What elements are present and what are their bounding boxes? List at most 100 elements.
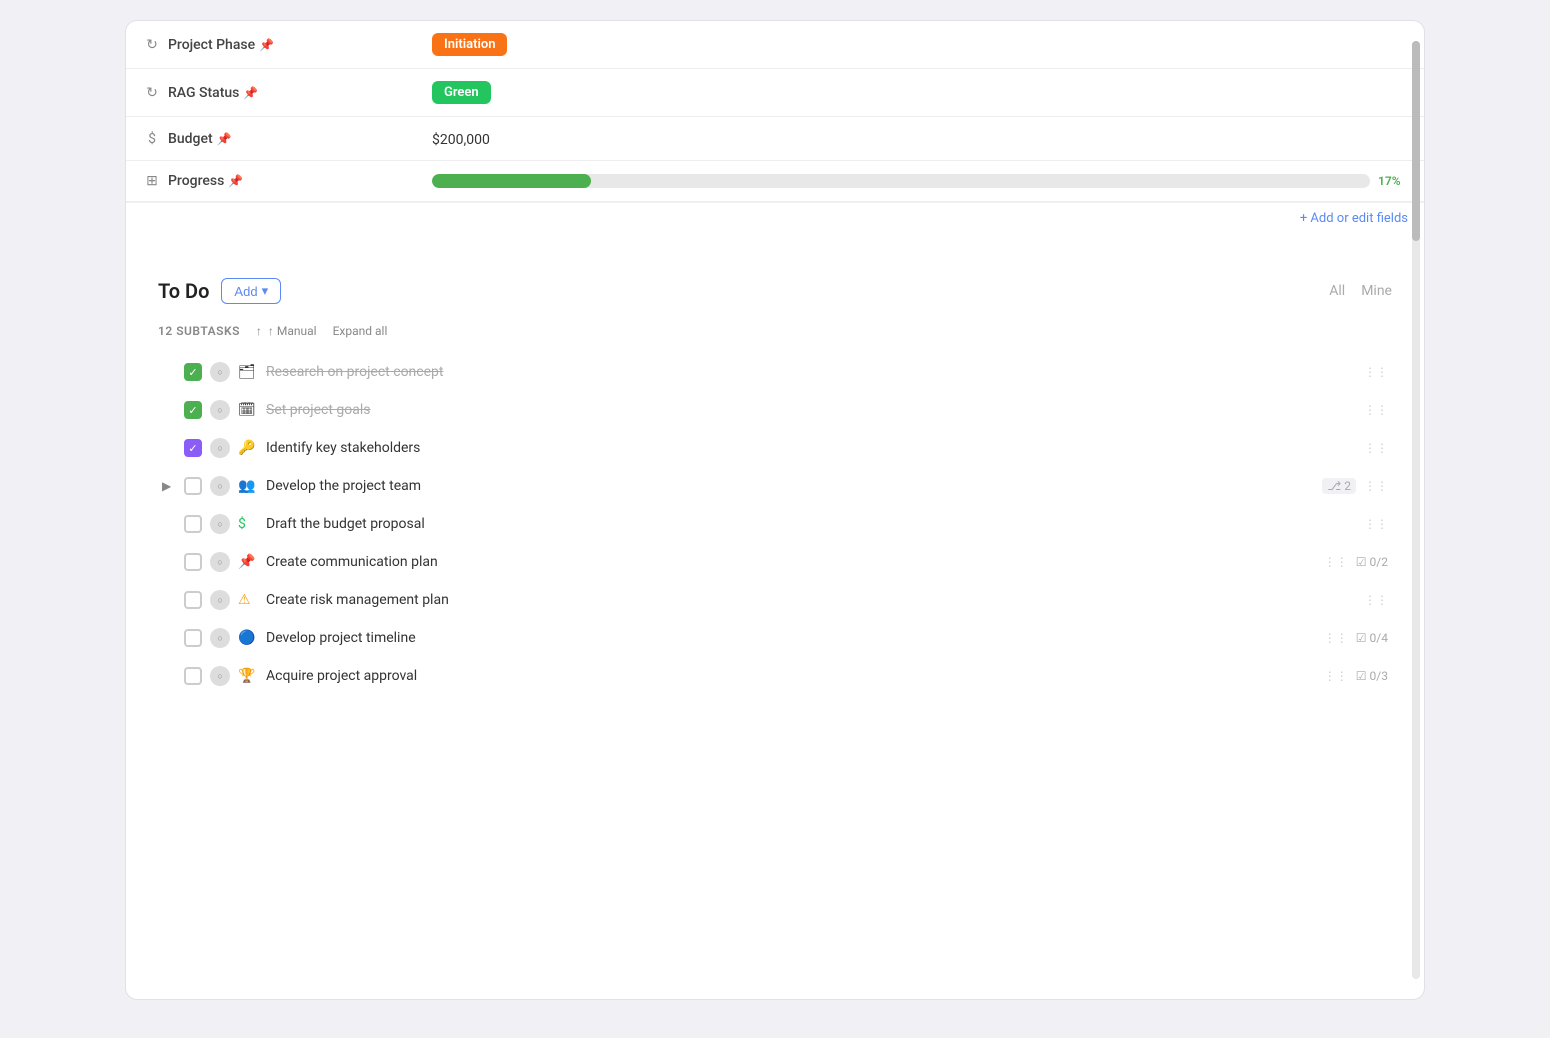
task-checkbox[interactable]: ✓: [184, 401, 202, 419]
task-checkbox[interactable]: [184, 667, 202, 685]
drag-handle-icon[interactable]: ⋮⋮: [1364, 365, 1388, 379]
task-name[interactable]: Develop the project team: [266, 478, 1314, 494]
drag-handle-icon[interactable]: ⋮⋮: [1364, 441, 1388, 455]
table-row: ○ 📌 Create communication plan ⋮⋮ ☑ 0/2: [158, 544, 1392, 580]
sort-icon: ↑: [256, 324, 262, 338]
avatar: ○: [210, 552, 230, 572]
avatar-icon: ○: [217, 405, 222, 416]
avatar: ○: [210, 514, 230, 534]
table-row: ○ 🏆 Acquire project approval ⋮⋮ ☑ 0/3: [158, 658, 1392, 694]
prop-row-budget: $ Budget 📌 $200,000: [126, 117, 1424, 161]
expand-all-btn[interactable]: Expand all: [333, 324, 388, 338]
avatar: ○: [210, 438, 230, 458]
scrollbar[interactable]: [1412, 41, 1420, 979]
table-row: ○ 🔵 Develop project timeline ⋮⋮ ☑ 0/4: [158, 620, 1392, 656]
prop-row-project-phase: ↻ Project Phase 📌 Initiation: [126, 21, 1424, 69]
progress-row-cell: 17%: [432, 174, 1408, 188]
checklist-badge: ☑ 0/2: [1356, 555, 1388, 569]
task-checkbox[interactable]: [184, 553, 202, 571]
budget-value-text: $200,000: [432, 132, 490, 148]
check-mark-icon: ✓: [188, 366, 197, 379]
properties-section: ↻ Project Phase 📌 Initiation ↻ RAG Statu…: [126, 21, 1424, 234]
checklist-icon: ☑: [1356, 631, 1367, 645]
todo-section: To Do Add ▾ All Mine 12 SUBTASKS ↑ ↑ Man…: [126, 254, 1424, 694]
checklist-value: 0/2: [1370, 555, 1388, 569]
filter-all-btn[interactable]: All: [1329, 283, 1345, 299]
avatar: ○: [210, 590, 230, 610]
todo-title: To Do: [158, 279, 209, 303]
task-name[interactable]: Create risk management plan: [266, 592, 1356, 608]
task-name[interactable]: Acquire project approval: [266, 668, 1316, 684]
prop-label-text-project-phase: Project Phase: [168, 37, 255, 53]
avatar: ○: [210, 476, 230, 496]
drag-handle-icon[interactable]: ⋮⋮: [1364, 593, 1388, 607]
prop-value-progress[interactable]: 17%: [416, 162, 1424, 200]
task-name[interactable]: Identify key stakeholders: [266, 440, 1356, 456]
checklist-icon: ☑: [1356, 555, 1367, 569]
drag-handle-icon[interactable]: ⋮⋮: [1364, 479, 1388, 493]
prop-icon-progress: ⊞: [142, 173, 162, 189]
prop-label-progress: ⊞ Progress 📌: [126, 161, 416, 201]
expand-collapse-icon[interactable]: ▶: [162, 479, 176, 493]
section-divider: [126, 234, 1424, 254]
avatar: ○: [210, 628, 230, 648]
prop-label-rag-status: ↻ RAG Status 📌: [126, 73, 416, 113]
task-type-icon: 🔑: [238, 440, 258, 456]
task-type-icon: 🗂: [238, 364, 258, 380]
prop-label-text-budget: Budget: [168, 131, 213, 147]
avatar-icon: ○: [217, 367, 222, 378]
task-checkbox[interactable]: [184, 515, 202, 533]
checklist-value: 0/3: [1370, 669, 1388, 683]
avatar-icon: ○: [217, 481, 222, 492]
sort-label: ↑ Manual: [268, 324, 317, 338]
avatar: ○: [210, 400, 230, 420]
task-type-icon: 🗓: [238, 402, 258, 418]
badge-initiation[interactable]: Initiation: [432, 33, 507, 56]
todo-header: To Do Add ▾ All Mine: [158, 278, 1392, 304]
prop-pin-rag-status: 📌: [243, 86, 258, 100]
prop-value-budget[interactable]: $200,000: [416, 117, 1424, 160]
subtasks-count: 12 SUBTASKS: [158, 324, 240, 338]
sort-manual-btn[interactable]: ↑ ↑ Manual: [256, 324, 317, 338]
task-name[interactable]: Set project goals: [266, 402, 1356, 418]
progress-bar-fill: [432, 174, 591, 188]
add-edit-fields-btn[interactable]: + Add or edit fields: [126, 202, 1424, 234]
prop-value-project-phase[interactable]: Initiation: [416, 21, 1424, 68]
prop-value-rag-status[interactable]: Green: [416, 69, 1424, 116]
avatar-icon: ○: [217, 671, 222, 682]
task-checkbox[interactable]: [184, 477, 202, 495]
prop-label-text-progress: Progress: [168, 173, 224, 189]
subtasks-bar: 12 SUBTASKS ↑ ↑ Manual Expand all: [158, 324, 1392, 338]
task-name[interactable]: Create communication plan: [266, 554, 1316, 570]
task-list: ✓ ○ 🗂 Research on project concept ⋮⋮ ✓ ○…: [158, 354, 1392, 694]
checklist-value: 0/4: [1370, 631, 1388, 645]
drag-handle-icon[interactable]: ⋮⋮: [1364, 403, 1388, 417]
task-name[interactable]: Develop project timeline: [266, 630, 1316, 646]
filter-mine-btn[interactable]: Mine: [1361, 283, 1392, 299]
task-name[interactable]: Draft the budget proposal: [266, 516, 1356, 532]
checklist-badge: ☑ 0/3: [1356, 669, 1388, 683]
check-mark-icon: ✓: [188, 442, 197, 455]
table-row: ○ ⚠ Create risk management plan ⋮⋮: [158, 582, 1392, 618]
avatar: ○: [210, 362, 230, 382]
checklist-icon: ☑: [1356, 669, 1367, 683]
add-button[interactable]: Add ▾: [221, 278, 281, 304]
table-row: ○ $ Draft the budget proposal ⋮⋮: [158, 506, 1392, 542]
task-checkbox[interactable]: ✓: [184, 439, 202, 457]
drag-handle-icon[interactable]: ⋮⋮: [1324, 669, 1348, 683]
task-checkbox[interactable]: [184, 629, 202, 647]
drag-handle-icon[interactable]: ⋮⋮: [1324, 631, 1348, 645]
drag-handle-icon[interactable]: ⋮⋮: [1364, 517, 1388, 531]
avatar: ○: [210, 666, 230, 686]
task-name[interactable]: Research on project concept: [266, 364, 1356, 380]
task-type-icon: 📌: [238, 554, 258, 570]
task-checkbox[interactable]: ✓: [184, 363, 202, 381]
badge-green[interactable]: Green: [432, 81, 491, 104]
task-checkbox[interactable]: [184, 591, 202, 609]
table-row: ✓ ○ 🗓 Set project goals ⋮⋮: [158, 392, 1392, 428]
scrollbar-thumb[interactable]: [1412, 41, 1420, 241]
avatar-icon: ○: [217, 633, 222, 644]
table-row: ✓ ○ 🗂 Research on project concept ⋮⋮: [158, 354, 1392, 390]
table-row: ✓ ○ 🔑 Identify key stakeholders ⋮⋮: [158, 430, 1392, 466]
drag-handle-icon[interactable]: ⋮⋮: [1324, 555, 1348, 569]
